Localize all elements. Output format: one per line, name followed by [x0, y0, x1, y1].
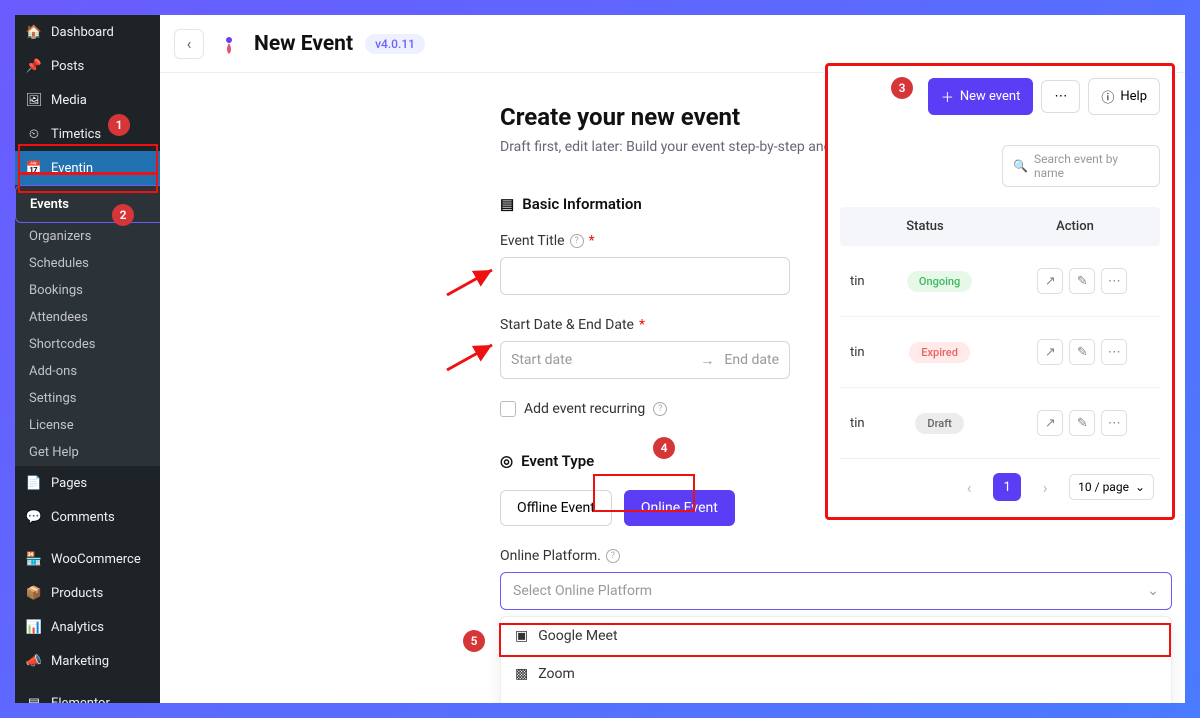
version-badge: v4.0.11 [365, 34, 425, 54]
bars-icon: 📊 [25, 618, 43, 636]
table-row: tin Draft ↗✎⋯ [840, 388, 1160, 459]
more-icon[interactable]: ⋯ [1101, 410, 1127, 436]
help-icon[interactable]: ? [606, 549, 620, 563]
main-content: ‹ New Event v4.0.11 Create your new even… [160, 15, 1185, 703]
gauge-icon: 🏠 [25, 23, 43, 41]
new-event-button[interactable]: ＋New event [928, 78, 1034, 115]
platform-dropdown: ▣Google Meet ▩Zoom ⊕Custom URL [500, 616, 1172, 703]
sidebar-sub-addons[interactable]: Add-ons [15, 358, 160, 385]
clock-icon: ⏲ [25, 125, 43, 143]
page-icon: 📄 [25, 474, 43, 492]
mega-icon: 📣 [25, 652, 43, 670]
table-header: Status Action [840, 207, 1160, 246]
platform-label: Online Platform. ? [500, 548, 1185, 564]
sidebar-sub-events[interactable]: Events [15, 185, 160, 223]
sidebar-sub-organizers[interactable]: Organizers [15, 223, 160, 250]
view-icon[interactable]: ↗ [1037, 410, 1063, 436]
pagination: ‹ 1 › 10 / page⌄ [840, 459, 1160, 505]
sidebar-item-media[interactable]: 🖼Media [15, 83, 160, 117]
box-icon: 📦 [25, 584, 43, 602]
help-icon[interactable]: ? [570, 234, 584, 248]
edit-icon[interactable]: ✎ [1069, 268, 1095, 294]
sidebar-sub-schedules[interactable]: Schedules [15, 250, 160, 277]
page-title: New Event [254, 32, 353, 56]
status-badge: Expired [909, 342, 970, 363]
more-button[interactable]: ⋯ [1041, 80, 1080, 113]
view-icon[interactable]: ↗ [1037, 339, 1063, 365]
zoom-icon: ▩ [515, 666, 528, 682]
callout-badge: 3 [891, 77, 913, 99]
back-button[interactable]: ‹ [174, 29, 204, 59]
sidebar-item-pages[interactable]: 📄Pages [15, 466, 160, 500]
table-row: tin Ongoing ↗✎⋯ [840, 246, 1160, 317]
callout-badge: 4 [653, 437, 675, 459]
search-icon: 🔍 [1013, 159, 1028, 173]
sidebar-item-marketing[interactable]: 📣Marketing [15, 644, 160, 678]
annotation-arrow [442, 335, 502, 375]
platform-option-google-meet[interactable]: ▣Google Meet [501, 617, 1171, 655]
callout-badge: 5 [463, 630, 485, 652]
event-title-input[interactable] [500, 257, 790, 295]
sidebar-item-posts[interactable]: 📌Posts [15, 49, 160, 83]
google-meet-icon: ▣ [515, 628, 528, 644]
sidebar-sub-shortcodes[interactable]: Shortcodes [15, 331, 160, 358]
online-event-button[interactable]: Online Event [624, 490, 735, 526]
sidebar-sub-gethelp[interactable]: Get Help [15, 439, 160, 466]
sidebar-sub-bookings[interactable]: Bookings [15, 277, 160, 304]
platform-option-custom-url[interactable]: ⊕Custom URL [501, 693, 1171, 703]
plus-icon: ＋ [941, 87, 954, 106]
sidebar-item-timetics[interactable]: ⏲Timetics [15, 117, 160, 151]
elementor-icon: ▤ [25, 694, 43, 703]
arrow-right-icon: → [700, 352, 714, 369]
date-range-input[interactable]: Start date → End date [500, 341, 790, 379]
view-icon[interactable]: ↗ [1037, 268, 1063, 294]
recurring-checkbox[interactable] [500, 401, 516, 417]
platform-option-zoom[interactable]: ▩Zoom [501, 655, 1171, 693]
pin-icon: 📌 [25, 57, 43, 75]
location-icon: ◎ [500, 452, 513, 470]
status-badge: Ongoing [907, 271, 972, 292]
help-button[interactable]: ⓘHelp [1088, 78, 1160, 115]
callout-badge: 1 [108, 114, 130, 136]
status-badge: Draft [915, 413, 963, 434]
sidebar-submenu: Events Organizers Schedules Bookings Att… [15, 185, 160, 466]
media-icon: 🖼 [25, 91, 43, 109]
info-icon: ⓘ [1101, 87, 1114, 106]
prev-page-button[interactable]: ‹ [955, 473, 983, 501]
chevron-down-icon: ⌄ [1147, 583, 1159, 599]
search-events-input[interactable]: 🔍Search event by name [1002, 145, 1160, 187]
sidebar-item-dashboard[interactable]: 🏠Dashboard [15, 15, 160, 49]
sidebar-item-products[interactable]: 📦Products [15, 576, 160, 610]
next-page-button[interactable]: › [1031, 473, 1059, 501]
woo-icon: 🏪 [25, 550, 43, 568]
platform-select[interactable]: Select Online Platform ⌄ [500, 572, 1172, 610]
help-icon[interactable]: ? [653, 402, 667, 416]
edit-icon[interactable]: ✎ [1069, 339, 1095, 365]
sidebar-item-woocommerce[interactable]: 🏪WooCommerce [15, 542, 160, 576]
annotation-arrow [442, 260, 502, 300]
more-icon[interactable]: ⋯ [1101, 339, 1127, 365]
sidebar-item-analytics[interactable]: 📊Analytics [15, 610, 160, 644]
sidebar-sub-settings[interactable]: Settings [15, 385, 160, 412]
sidebar-item-eventin[interactable]: 📅Eventin [15, 151, 160, 185]
sidebar-item-comments[interactable]: 💬Comments [15, 500, 160, 534]
sidebar-item-elementor[interactable]: ▤Elementor [15, 686, 160, 703]
sidebar-sub-license[interactable]: License [15, 412, 160, 439]
more-icon[interactable]: ⋯ [1101, 268, 1127, 294]
per-page-select[interactable]: 10 / page⌄ [1069, 474, 1154, 500]
comment-icon: 💬 [25, 508, 43, 526]
events-list-panel: ＋New event ⋯ ⓘHelp 🔍Search event by name… [825, 63, 1175, 520]
offline-event-button[interactable]: Offline Event [500, 490, 612, 526]
table-row: tin Expired ↗✎⋯ [840, 317, 1160, 388]
edit-icon[interactable]: ✎ [1069, 410, 1095, 436]
admin-sidebar: 🏠Dashboard 📌Posts 🖼Media ⏲Timetics 📅Even… [15, 15, 160, 703]
eventin-logo-icon [216, 31, 242, 57]
page-number[interactable]: 1 [993, 473, 1021, 501]
list-icon: ▤ [500, 195, 514, 213]
chevron-down-icon: ⌄ [1135, 480, 1145, 494]
event-icon: 📅 [25, 159, 43, 177]
callout-badge: 2 [112, 204, 134, 226]
sidebar-sub-attendees[interactable]: Attendees [15, 304, 160, 331]
